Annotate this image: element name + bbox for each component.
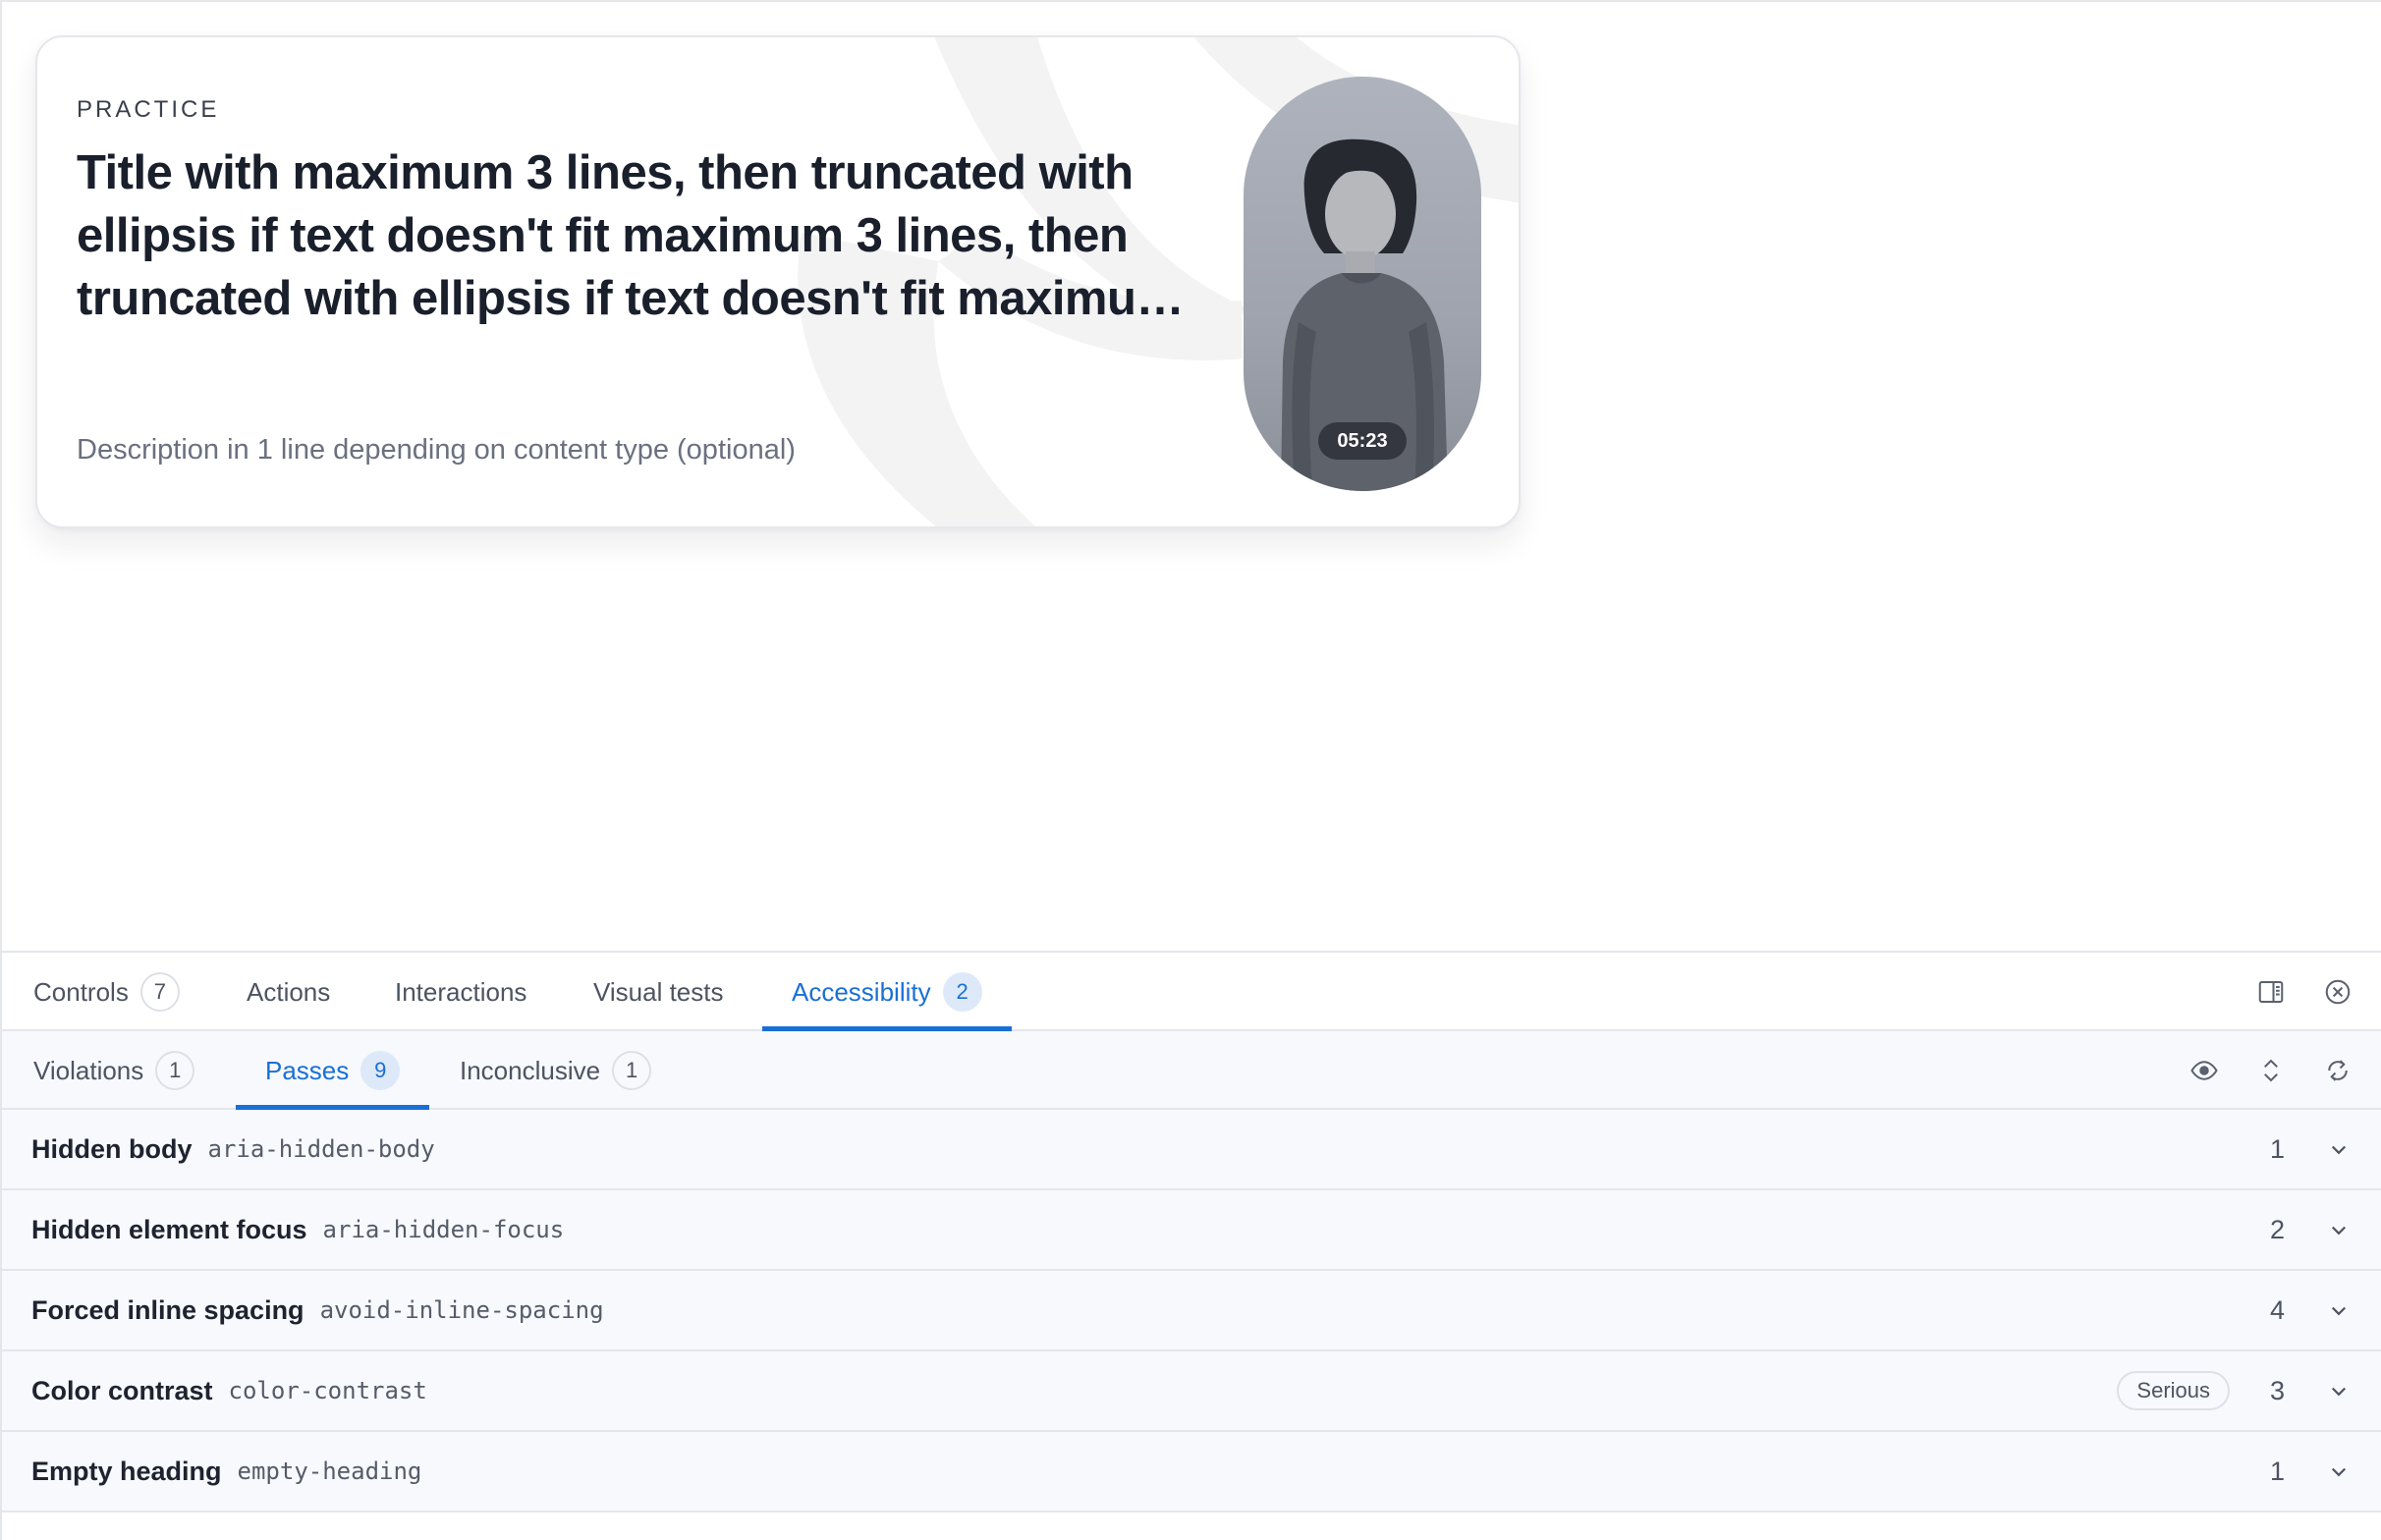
rule-count: 1 [2269, 1133, 2285, 1164]
chevron-down-icon[interactable] [2324, 1457, 2353, 1486]
rule-title: Empty heading [31, 1456, 222, 1486]
rule-count: 4 [2269, 1294, 2285, 1325]
rule-count: 2 [2269, 1214, 2285, 1244]
tab-count-badge: 2 [942, 972, 982, 1012]
rule-id: aria-hidden-body [207, 1135, 435, 1163]
preview-canvas: PRACTICE Title with maximum 3 lines, the… [0, 0, 2381, 951]
subtab-label: Passes [265, 1055, 350, 1085]
chevron-down-icon[interactable] [2324, 1376, 2353, 1405]
tab-visual-tests[interactable]: Visual tests [593, 953, 723, 1031]
tab-label: Actions [247, 976, 331, 1007]
video-thumbnail[interactable]: 05:23 [1244, 77, 1481, 491]
subtab-count-badge: 1 [155, 1051, 195, 1090]
rule-title: Hidden element focus [31, 1214, 307, 1244]
addons-panel: Controls 7 Actions Interactions Visual t… [0, 951, 2381, 1540]
tab-label: Controls [33, 976, 129, 1007]
tab-actions[interactable]: Actions [247, 953, 330, 1031]
tab-interactions[interactable]: Interactions [395, 953, 526, 1031]
rerun-icon[interactable] [2318, 1051, 2357, 1090]
rule-title: Forced inline spacing [31, 1294, 305, 1325]
impact-badge: Serious [2117, 1371, 2230, 1410]
rule-id: color-contrast [228, 1377, 427, 1404]
expand-collapse-icon[interactable] [2251, 1051, 2291, 1090]
subtab-violations[interactable]: Violations 1 [33, 1031, 195, 1110]
subtab-count-badge: 1 [612, 1051, 652, 1090]
tab-label: Interactions [395, 976, 527, 1007]
tab-controls[interactable]: Controls 7 [33, 953, 180, 1031]
chevron-down-icon[interactable] [2324, 1215, 2353, 1244]
rule-title: Hidden body [31, 1133, 193, 1164]
card-title: Title with maximum 3 lines, then truncat… [77, 146, 1179, 325]
rule-count: 1 [2269, 1456, 2285, 1486]
rule-row[interactable]: Hidden body aria-hidden-body 1 [2, 1110, 2381, 1190]
rule-id: empty-heading [237, 1458, 422, 1485]
rule-row[interactable]: Empty heading empty-heading 1 [2, 1432, 2381, 1512]
panel-layout-icon[interactable] [2251, 972, 2291, 1012]
tab-label: Accessibility [792, 976, 931, 1007]
tab-accessibility[interactable]: Accessibility 2 [762, 953, 1012, 1031]
chevron-down-icon[interactable] [2324, 1134, 2353, 1164]
rule-title: Color contrast [31, 1375, 213, 1405]
subtab-inconclusive[interactable]: Inconclusive 1 [460, 1031, 652, 1110]
video-duration-badge: 05:23 [1318, 422, 1407, 460]
content-card[interactable]: PRACTICE Title with maximum 3 lines, the… [35, 35, 1521, 528]
rule-count: 3 [2269, 1375, 2285, 1405]
rule-row[interactable]: Forced inline spacing avoid-inline-spaci… [2, 1271, 2381, 1351]
close-circle-icon[interactable] [2318, 972, 2357, 1012]
addon-tabbar: Controls 7 Actions Interactions Visual t… [2, 953, 2381, 1031]
rule-id: aria-hidden-focus [322, 1216, 565, 1243]
eye-icon[interactable] [2185, 1051, 2224, 1090]
rule-list: Hidden body aria-hidden-body 1 Hidden el… [2, 1110, 2381, 1512]
card-eyebrow: PRACTICE [77, 96, 220, 123]
chevron-down-icon[interactable] [2324, 1295, 2353, 1325]
subtab-label: Violations [33, 1055, 144, 1085]
tab-label: Visual tests [593, 976, 724, 1007]
card-description: Description in 1 line depending on conte… [77, 434, 796, 466]
rule-id: avoid-inline-spacing [319, 1296, 604, 1324]
rule-row[interactable]: Color contrast color-contrast Serious 3 [2, 1351, 2381, 1432]
subtab-label: Inconclusive [460, 1055, 601, 1085]
accessibility-subtabbar: Violations 1 Passes 9 Inconclusive 1 [2, 1031, 2381, 1110]
subtab-passes[interactable]: Passes 9 [235, 1031, 430, 1110]
subtab-count-badge: 9 [360, 1051, 401, 1090]
rule-row[interactable]: Hidden element focus aria-hidden-focus 2 [2, 1190, 2381, 1271]
tab-count-badge: 7 [139, 972, 180, 1012]
